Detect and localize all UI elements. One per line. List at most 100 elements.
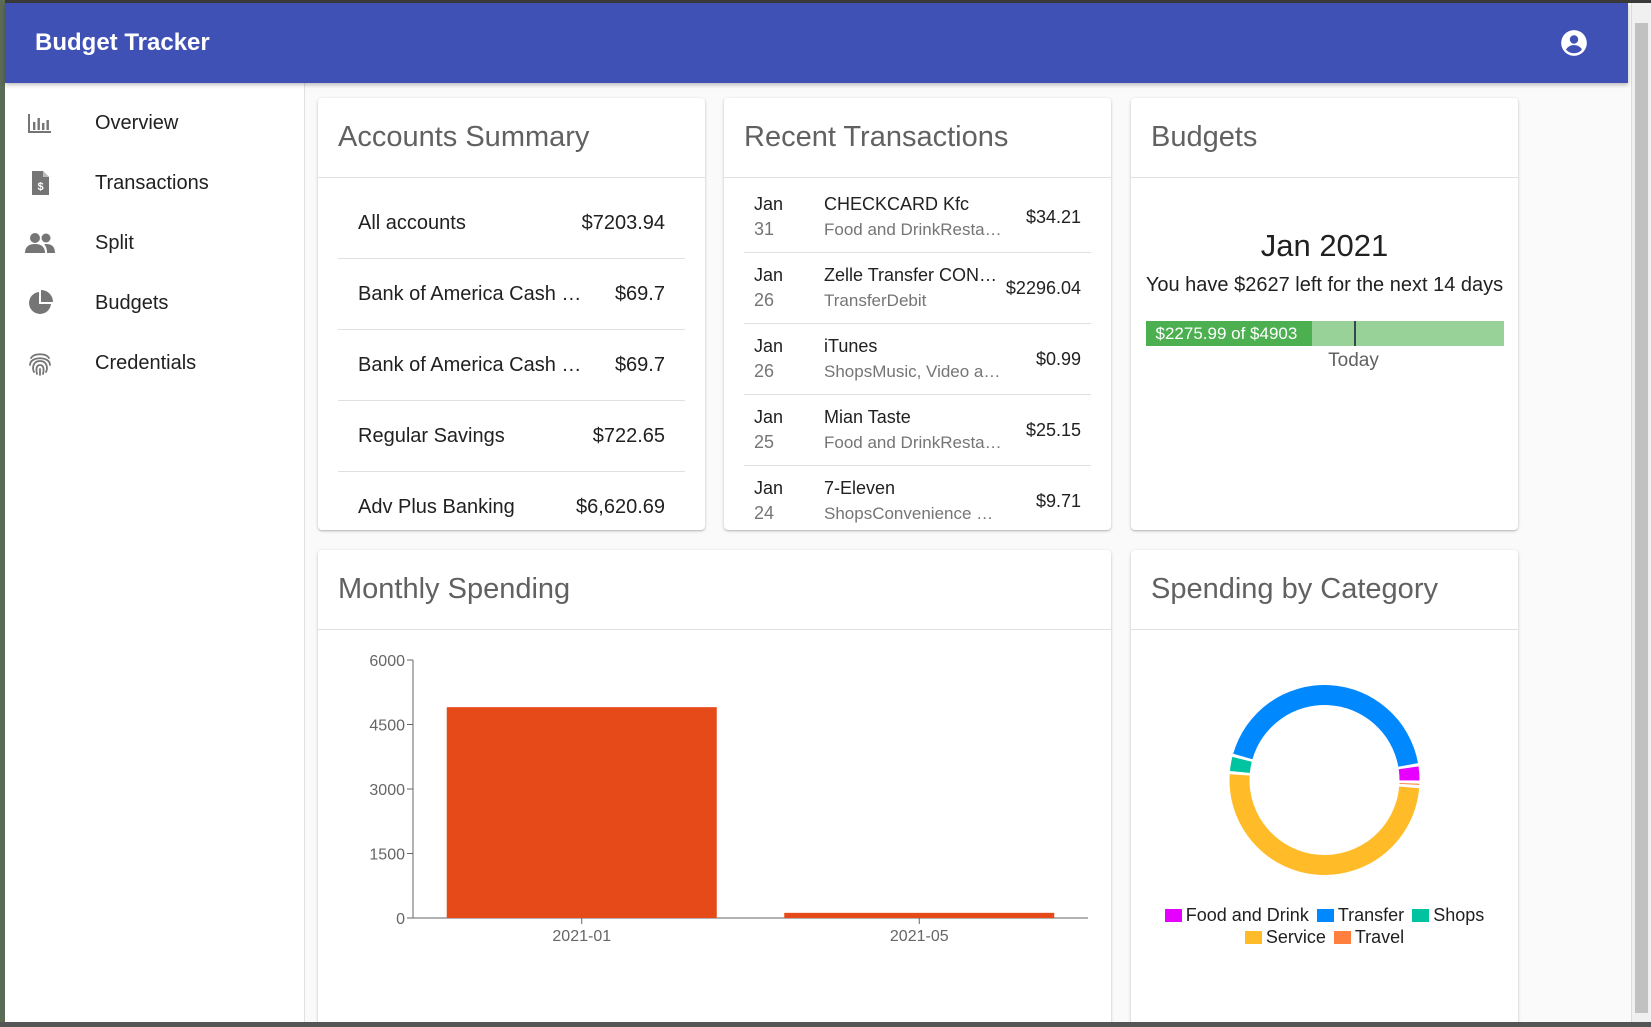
- legend-label: Transfer: [1337, 905, 1405, 925]
- transaction-row[interactable]: Jan 31 CHECKCARD Kfc Food and DrinkResta…: [744, 182, 1091, 253]
- transaction-row[interactable]: Jan 26 Zelle Transfer CONF… TransferDebi…: [744, 253, 1091, 324]
- account-amount: $69.7: [614, 353, 665, 376]
- legend-item[interactable]: Shops: [1412, 905, 1484, 926]
- budget-month: Jan 2021: [1260, 228, 1389, 263]
- legend-label: Food and Drink: [1185, 905, 1309, 925]
- sidebar-item-credentials[interactable]: Credentials: [5, 333, 304, 393]
- bar-chart-icon: [25, 108, 55, 138]
- account-amount: $69.7: [614, 282, 665, 305]
- sidebar: Overview $ Transactions Split Budgets Cr…: [5, 83, 305, 1027]
- transaction-name: Zelle Transfer CONF…: [824, 265, 1004, 285]
- budget-progress-fill: $2275.99 of $4903: [1145, 321, 1312, 346]
- sidebar-item-overview[interactable]: Overview: [5, 93, 304, 153]
- transaction-month: Jan: [754, 265, 784, 285]
- account-row[interactable]: Adv Plus Banking $6,620.69: [338, 472, 685, 530]
- x-tick-label: 2021-01: [552, 928, 611, 945]
- transaction-amount: $34.21: [1025, 206, 1081, 227]
- transaction-day: 26: [754, 290, 775, 310]
- transaction-date: Jan 31: [754, 192, 824, 242]
- transaction-date: Jan 24: [754, 476, 824, 526]
- transaction-month: Jan: [754, 407, 784, 427]
- app-title: Budget Tracker: [35, 29, 210, 56]
- budget-today-marker: [1353, 321, 1356, 346]
- account-name: Bank of America Cash …: [358, 353, 582, 376]
- budget-today-label: Today: [1328, 350, 1379, 371]
- y-tick-label: 4500: [369, 718, 405, 735]
- svg-text:$: $: [37, 181, 43, 193]
- transaction-name: CHECKCARD Kfc: [824, 194, 970, 214]
- account-circle-icon[interactable]: [1560, 29, 1588, 57]
- account-name: Bank of America Cash …: [358, 282, 582, 305]
- monthly-spending-card: Monthly Spending 0 1500 3000 4500 6000 2021-0…: [318, 550, 1111, 1027]
- recent-transactions-card: Recent Transactions Jan 31 CHECKCARD Kfc…: [724, 98, 1111, 530]
- account-name: Regular Savings: [358, 424, 505, 447]
- transaction-day: 24: [754, 503, 775, 523]
- transaction-name: 7-Eleven: [824, 478, 896, 498]
- category-legend: Food and Drink Transfer Shops Service Travel: [1131, 905, 1518, 949]
- legend-item[interactable]: Food and Drink: [1164, 905, 1309, 926]
- transaction-day: 26: [754, 361, 775, 381]
- transaction-amount: $9.71: [1035, 490, 1081, 511]
- vertical-scrollbar[interactable]: [1631, 3, 1651, 1027]
- sidebar-item-label: Overview: [95, 111, 179, 134]
- main-content: Accounts Summary All accounts $7203.94 B…: [305, 83, 1628, 1027]
- legend-swatch: [1333, 931, 1351, 944]
- transaction-row[interactable]: Jan 24 7-Eleven ShopsConvenience … $9.71: [744, 466, 1091, 530]
- accounts-list: All accounts $7203.94 Bank of America Ca…: [318, 178, 705, 530]
- scrollbar-thumb[interactable]: [1635, 23, 1648, 1013]
- transaction-details: Zelle Transfer CONF… TransferDebit: [824, 263, 1006, 313]
- transaction-category: ShopsConvenience …: [824, 504, 994, 523]
- card-title: Budgets: [1131, 98, 1518, 178]
- legend-label: Shops: [1433, 905, 1485, 925]
- transaction-date: Jan 26: [754, 334, 824, 384]
- budgets-card: Budgets Jan 2021 You have $2627 left for…: [1131, 98, 1518, 530]
- sidebar-item-budgets[interactable]: Budgets: [5, 273, 304, 333]
- transaction-amount: $25.15: [1025, 419, 1081, 440]
- legend-item[interactable]: Service: [1244, 927, 1326, 948]
- legend-swatch: [1164, 909, 1182, 922]
- fingerprint-icon: [25, 348, 55, 378]
- sidebar-item-transactions[interactable]: $ Transactions: [5, 153, 304, 213]
- transaction-amount: $2296.04: [1005, 277, 1081, 298]
- sidebar-item-label: Split: [95, 231, 134, 254]
- x-tick-label: 2021-05: [890, 928, 949, 945]
- slice-service: [1229, 774, 1420, 876]
- pie-chart-icon: [25, 288, 55, 318]
- transaction-date: Jan 26: [754, 263, 824, 313]
- sidebar-item-split[interactable]: Split: [5, 213, 304, 273]
- slice-transfer: [1233, 685, 1418, 767]
- transaction-month: Jan: [754, 336, 784, 356]
- legend-swatch: [1316, 909, 1334, 922]
- transaction-category: Food and DrinkResta…: [824, 433, 1002, 452]
- transactions-list: Jan 31 CHECKCARD Kfc Food and DrinkResta…: [724, 178, 1111, 530]
- legend-swatch: [1412, 909, 1430, 922]
- legend-item[interactable]: Transfer: [1316, 905, 1405, 926]
- sidebar-item-label: Transactions: [95, 171, 209, 194]
- account-row[interactable]: Bank of America Cash … $69.7: [338, 259, 685, 330]
- slice-shops: [1229, 756, 1252, 773]
- account-name: All accounts: [358, 211, 466, 234]
- account-row[interactable]: Bank of America Cash … $69.7: [338, 330, 685, 401]
- transaction-category: Food and DrinkResta…: [824, 220, 1002, 239]
- account-row[interactable]: All accounts $7203.94: [338, 188, 685, 259]
- transaction-details: iTunes ShopsMusic, Video a…: [824, 334, 1036, 384]
- transaction-category: ShopsMusic, Video a…: [824, 362, 1001, 381]
- transaction-row[interactable]: Jan 25 Mian Taste Food and DrinkResta… $…: [744, 395, 1091, 466]
- card-title: Recent Transactions: [724, 98, 1111, 178]
- legend-item[interactable]: Travel: [1333, 927, 1404, 948]
- transaction-details: 7-Eleven ShopsConvenience …: [824, 476, 1036, 526]
- spending-by-category-card: Spending by Category Food and Drink Trans…: [1131, 550, 1518, 1027]
- bar-2021-05: [784, 912, 1055, 918]
- window-bottom-edge: [0, 1022, 1651, 1027]
- y-tick-label: 0: [396, 911, 405, 928]
- transaction-row[interactable]: Jan 26 iTunes ShopsMusic, Video a… $0.99: [744, 324, 1091, 395]
- y-tick-label: 6000: [369, 653, 405, 670]
- app-bar: Budget Tracker: [5, 3, 1628, 83]
- account-row[interactable]: Regular Savings $722.65: [338, 401, 685, 472]
- transaction-amount: $0.99: [1035, 348, 1081, 369]
- card-title: Accounts Summary: [318, 98, 705, 178]
- y-tick-label: 3000: [369, 782, 405, 799]
- people-icon: [25, 228, 55, 258]
- transaction-details: CHECKCARD Kfc Food and DrinkResta…: [824, 192, 1026, 242]
- receipt-icon: $: [25, 168, 55, 198]
